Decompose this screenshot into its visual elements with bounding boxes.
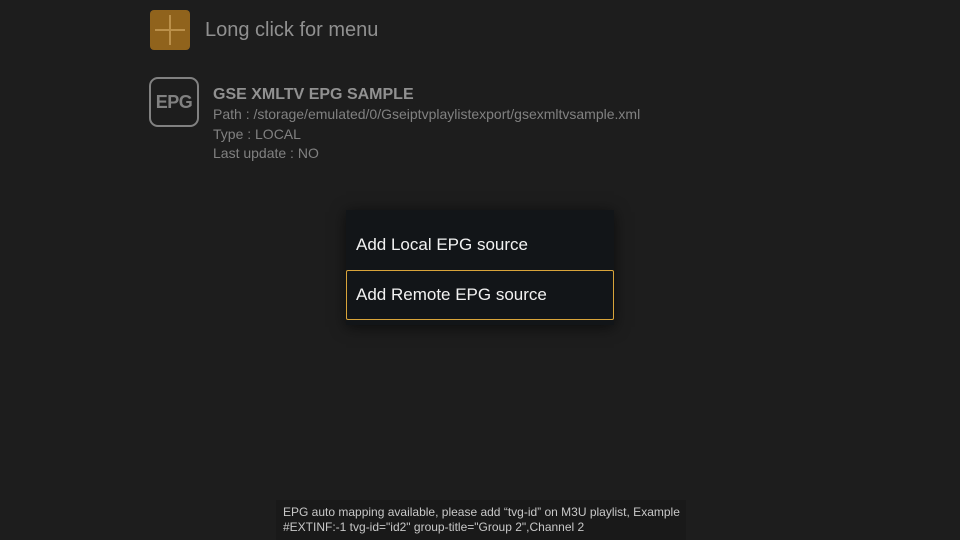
epg-mapping-hint: EPG auto mapping available, please add “… bbox=[276, 500, 686, 540]
hint-line-1: EPG auto mapping available, please add “… bbox=[283, 505, 680, 519]
epg-sources-screen: Long click for menu EPG GSE XMLTV EPG SA… bbox=[0, 0, 960, 540]
hint-line-2: #EXTINF:-1 tvg-id="id2" group-title="Gro… bbox=[283, 520, 585, 534]
add-epg-dialog: Add Local EPG source Add Remote EPG sour… bbox=[346, 210, 614, 325]
add-remote-epg-option[interactable]: Add Remote EPG source bbox=[346, 270, 614, 320]
add-local-epg-option[interactable]: Add Local EPG source bbox=[346, 220, 614, 270]
